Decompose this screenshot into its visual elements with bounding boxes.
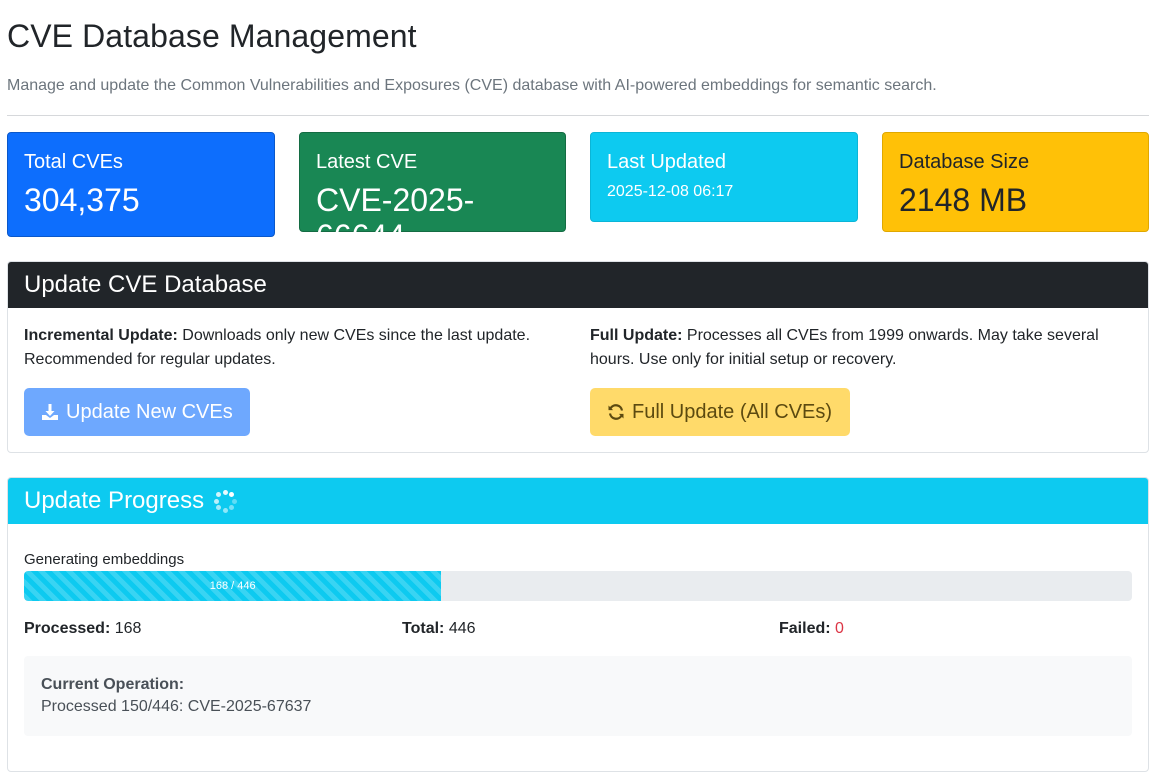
- progress-status: Generating embeddings: [24, 551, 185, 568]
- spinner-dot: [213, 498, 219, 504]
- spinner-dot: [228, 492, 234, 498]
- progress-fill: 168 / 446: [24, 571, 442, 601]
- stat-label: Last Updated: [607, 151, 726, 173]
- download-icon: [40, 402, 60, 422]
- total-stat: Total: 446: [402, 620, 476, 638]
- failed-label: Failed:: [779, 620, 831, 637]
- total-value: 446: [448, 620, 476, 637]
- processed-stat: Processed: 168: [24, 620, 141, 638]
- spinner-dot: [222, 507, 228, 513]
- card-header: Update Progress: [8, 478, 1148, 524]
- button-label: Update New CVEs: [66, 400, 233, 423]
- loading-spinner-icon: [212, 488, 238, 514]
- update-new-cves-button[interactable]: Update New CVEs: [24, 388, 250, 436]
- stat-label: Database Size: [899, 151, 1030, 173]
- spinner-dot: [228, 504, 234, 510]
- stat-value: CVE-2025-66644: [316, 182, 475, 254]
- full-update-button[interactable]: Full Update (All CVEs): [590, 388, 850, 436]
- spinner-dot: [222, 489, 228, 495]
- progress-label: 168 / 446: [209, 580, 256, 592]
- full-update-description: Full Update: Processes all CVEs from 199…: [590, 324, 1130, 372]
- progress-bar: 168 / 446: [24, 571, 1132, 601]
- current-operation-box: Current Operation: Processed 150/446: CV…: [24, 656, 1132, 736]
- button-label: Full Update (All CVEs): [632, 400, 833, 423]
- spinner-dot: [231, 498, 237, 504]
- stat-card-latest-cve: Latest CVE CVE-2025-66644: [299, 132, 566, 254]
- card-header: Update CVE Database: [8, 262, 1148, 308]
- full-update-label: Full Update:: [590, 327, 683, 344]
- stat-label: Latest CVE: [316, 151, 418, 173]
- failed-stat: Failed: 0: [779, 620, 844, 638]
- progress-title: Update Progress: [24, 487, 205, 514]
- stat-value: 304,375: [24, 182, 140, 218]
- stat-value: 2025-12-08 06:17: [607, 183, 734, 200]
- failed-value: 0: [835, 620, 844, 637]
- page-title: CVE Database Management: [7, 18, 417, 54]
- update-database-card: Update CVE Database Incremental Update: …: [7, 261, 1149, 453]
- divider: [7, 115, 1149, 116]
- stat-card-total-cves: Total CVEs 304,375: [7, 132, 275, 237]
- page-subtitle: Manage and update the Common Vulnerabili…: [7, 77, 937, 94]
- spinner-dot: [216, 492, 222, 498]
- current-operation-title: Current Operation:: [41, 676, 185, 693]
- update-progress-card: Update Progress Generating embeddings 16…: [7, 477, 1149, 772]
- processed-label: Processed:: [24, 620, 111, 637]
- stat-value: 2148 MB: [899, 182, 1028, 218]
- processed-value: 168: [114, 620, 142, 637]
- current-operation-text: Processed 150/446: CVE-2025-67637: [41, 698, 312, 715]
- stat-card-database-size: Database Size 2148 MB: [882, 132, 1149, 232]
- spinner-dot: [216, 504, 222, 510]
- stat-card-last-updated: Last Updated 2025-12-08 06:17: [590, 132, 858, 222]
- total-label: Total:: [402, 620, 445, 637]
- incremental-update-description: Incremental Update: Downloads only new C…: [24, 324, 554, 372]
- incremental-update-label: Incremental Update:: [24, 327, 178, 344]
- refresh-icon: [606, 402, 626, 422]
- stat-label: Total CVEs: [24, 151, 123, 173]
